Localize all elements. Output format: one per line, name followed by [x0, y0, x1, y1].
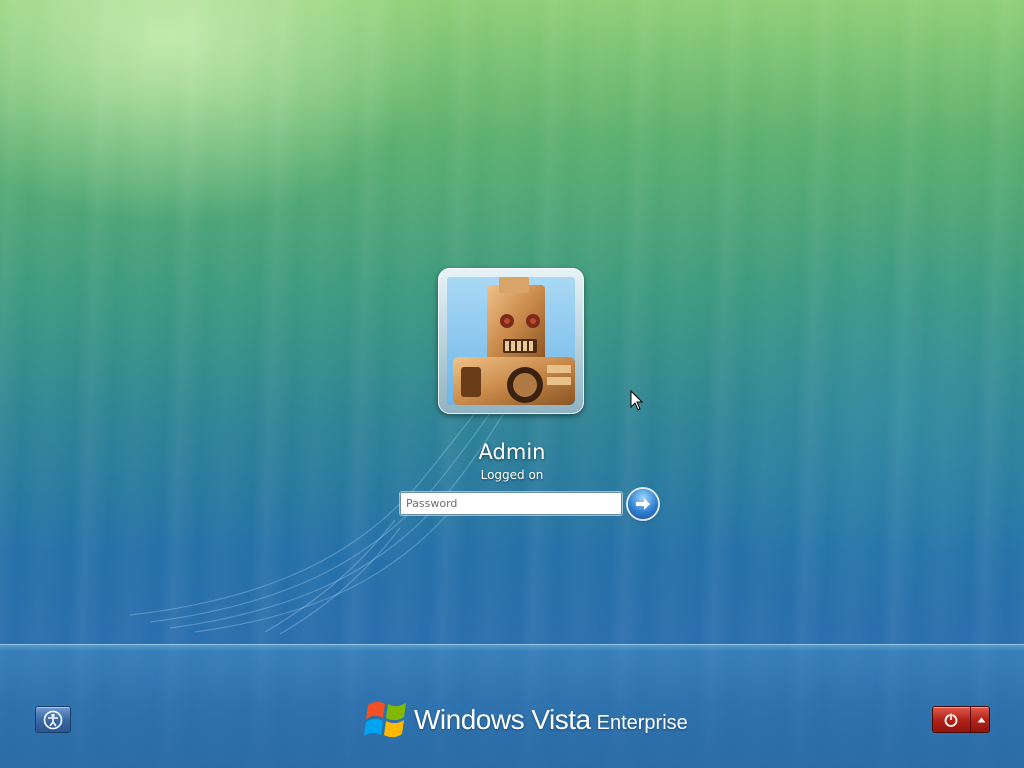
- submit-button[interactable]: [628, 489, 658, 519]
- windows-flag-logo: [364, 701, 406, 738]
- brand-edition: Enterprise: [596, 711, 688, 734]
- user-tile[interactable]: [438, 268, 584, 414]
- power-button-group: [932, 706, 990, 733]
- shut-down-button[interactable]: [933, 707, 970, 732]
- password-field[interactable]: [400, 492, 622, 515]
- ease-of-access-button[interactable]: [35, 706, 71, 733]
- ease-of-access-icon: [43, 710, 63, 730]
- windows-vista-brand: Windows Vista Enterprise: [364, 698, 688, 742]
- logon-screen: Admin Logged on Windows Vista Enterprise: [0, 0, 1024, 768]
- shut-down-options-button[interactable]: [970, 707, 989, 732]
- user-name: Admin: [478, 440, 546, 464]
- power-icon: [944, 713, 958, 727]
- robot-avatar: [447, 277, 575, 405]
- user-status: Logged on: [480, 468, 544, 482]
- brand-name: Windows Vista: [414, 704, 591, 735]
- chevron-up-icon: [977, 717, 986, 723]
- arrow-right-icon: [636, 498, 650, 510]
- mouse-pointer-icon: [630, 390, 644, 411]
